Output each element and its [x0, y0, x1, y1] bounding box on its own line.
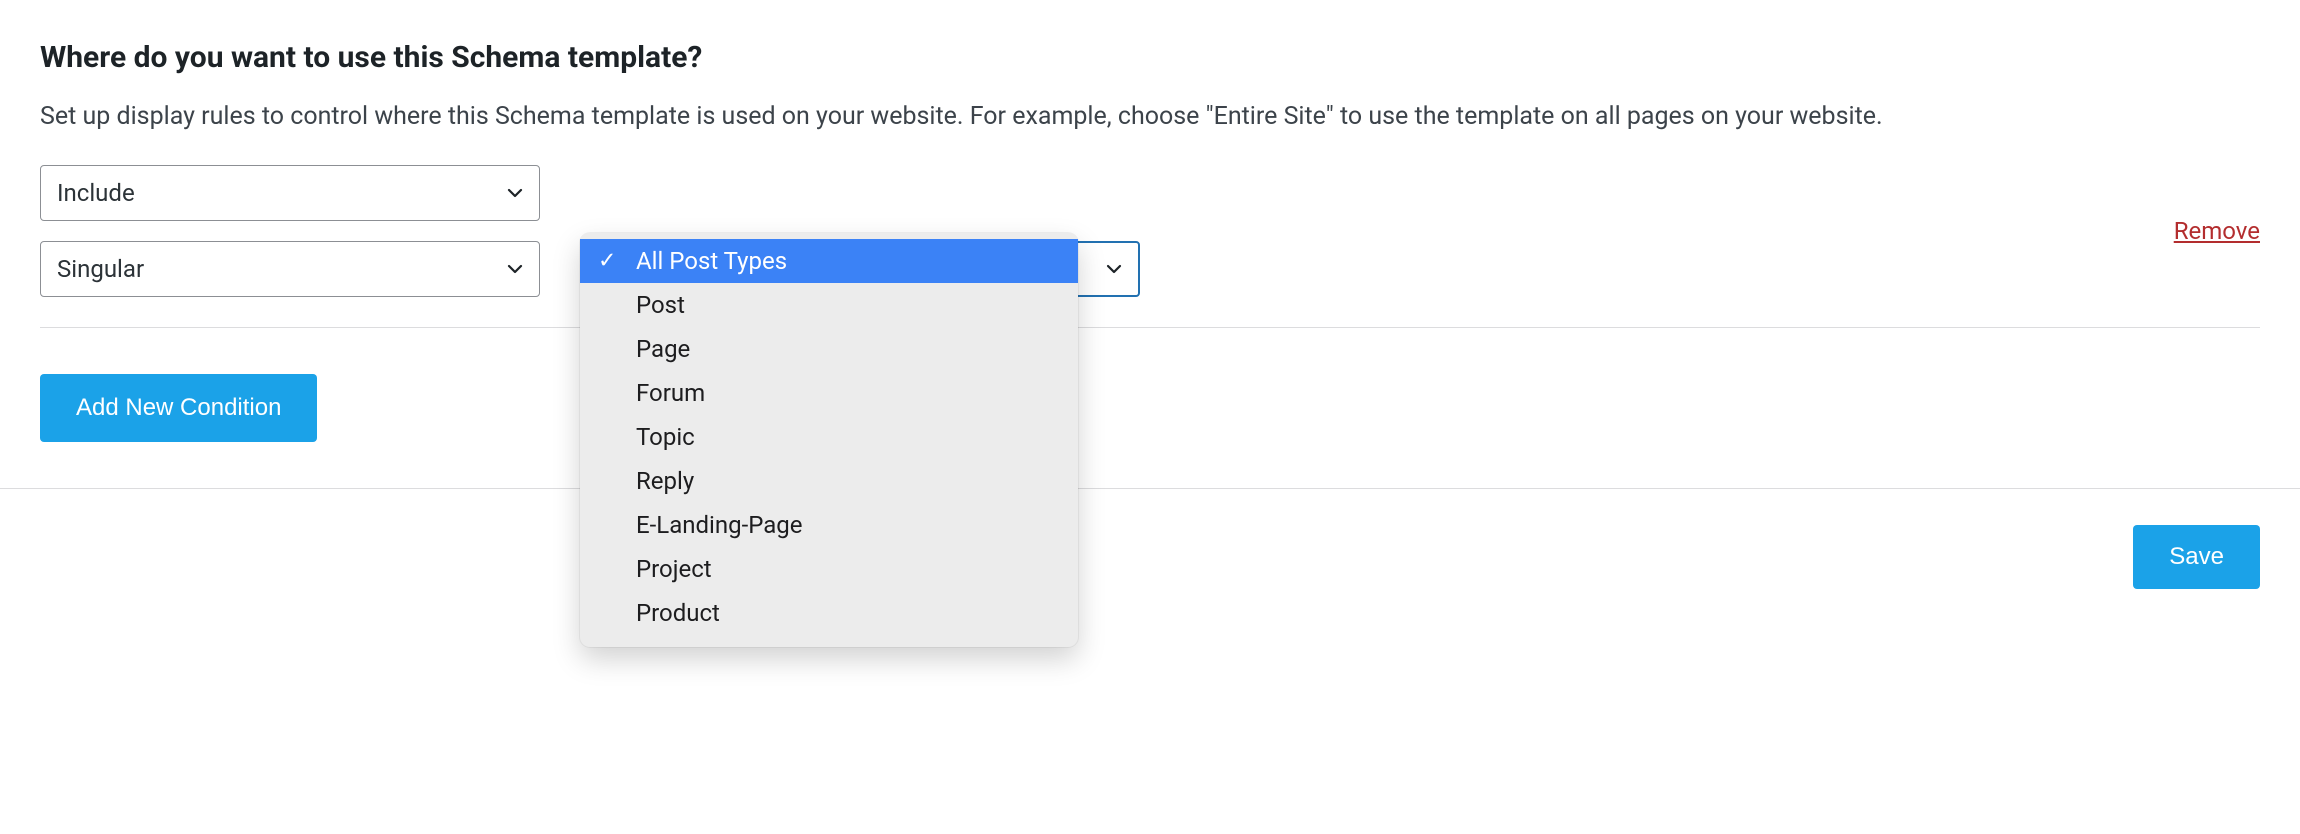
- include-select[interactable]: Include: [40, 165, 540, 221]
- dropdown-option-label: Post: [636, 291, 685, 319]
- dropdown-option-label: Project: [636, 555, 712, 583]
- dropdown-option-label: E-Landing-Page: [636, 511, 803, 539]
- chevron-down-icon: [1104, 259, 1124, 279]
- chevron-down-icon: [505, 259, 525, 279]
- dropdown-option-label: Forum: [636, 379, 705, 407]
- chevron-down-icon: [505, 183, 525, 203]
- dropdown-option[interactable]: Page: [580, 327, 1078, 371]
- dropdown-option[interactable]: Project: [580, 547, 1078, 591]
- check-icon: ✓: [598, 249, 616, 274]
- add-condition-button[interactable]: Add New Condition: [40, 374, 317, 442]
- post-type-dropdown: ✓ All Post Types Post Page Forum Topic: [580, 233, 1078, 647]
- dropdown-option[interactable]: Forum: [580, 371, 1078, 415]
- condition-row: Include Singular: [40, 165, 2260, 297]
- dropdown-option[interactable]: Topic: [580, 415, 1078, 459]
- include-select-value: Include: [57, 179, 135, 207]
- dropdown-option-label: All Post Types: [636, 247, 787, 275]
- section-description: Set up display rules to control where th…: [40, 99, 2240, 135]
- save-button[interactable]: Save: [2133, 525, 2260, 589]
- dropdown-option-label: Product: [636, 599, 720, 627]
- scope-select-value: Singular: [57, 255, 144, 283]
- dropdown-option[interactable]: Reply: [580, 459, 1078, 503]
- scope-select[interactable]: Singular: [40, 241, 540, 297]
- dropdown-option-label: Page: [636, 335, 690, 363]
- dropdown-option[interactable]: Product: [580, 591, 1078, 635]
- remove-condition-link[interactable]: Remove: [2174, 217, 2260, 245]
- dropdown-option-label: Topic: [636, 423, 695, 451]
- section-heading: Where do you want to use this Schema tem…: [40, 40, 2260, 75]
- divider: [40, 327, 2260, 328]
- dropdown-option[interactable]: Post: [580, 283, 1078, 327]
- dropdown-option[interactable]: E-Landing-Page: [580, 503, 1078, 547]
- dropdown-option-label: Reply: [636, 467, 694, 495]
- dropdown-option[interactable]: ✓ All Post Types: [580, 239, 1078, 283]
